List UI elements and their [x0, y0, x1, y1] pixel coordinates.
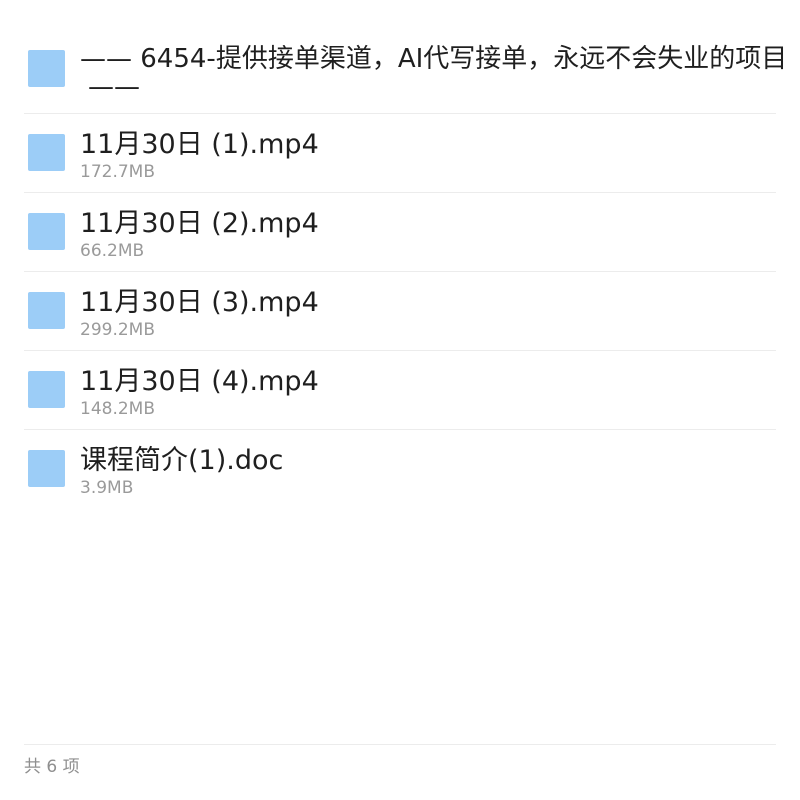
file-name: 11月30日 (2).mp4 [80, 208, 319, 239]
file-icon [28, 292, 65, 329]
file-size: 66.2MB [80, 241, 145, 261]
file-browser: —— 6454-提供接单渠道，AI代写接单，永远不会失业的项目 —— 11月30… [0, 0, 800, 800]
file-size: 172.7MB [80, 162, 155, 182]
list-item[interactable]: 11月30日 (4).mp4 148.2MB [24, 351, 776, 430]
file-name: 课程简介(1).doc [80, 445, 284, 476]
list-item[interactable]: 11月30日 (3).mp4 299.2MB [24, 272, 776, 351]
item-count: 共 6 项 [24, 757, 80, 777]
file-size: 148.2MB [80, 399, 155, 419]
file-size: 299.2MB [80, 320, 155, 340]
file-name: 11月30日 (3).mp4 [80, 287, 319, 318]
file-list: —— 6454-提供接单渠道，AI代写接单，永远不会失业的项目 —— 11月30… [24, 34, 787, 509]
folder-title: —— 6454-提供接单渠道，AI代写接单，永远不会失业的项目 —— [80, 44, 800, 100]
folder-title-line2: —— [88, 72, 140, 100]
file-icon [28, 450, 65, 487]
list-item[interactable]: 11月30日 (2).mp4 66.2MB [24, 193, 776, 272]
folder-title-line1: —— 6454-提供接单渠道，AI代写接单，永远不会失业的项目 [80, 44, 788, 74]
list-footer: 共 6 项 [24, 744, 776, 777]
file-icon [28, 213, 65, 250]
file-icon [28, 371, 65, 408]
file-size: 3.9MB [80, 478, 134, 498]
folder-icon [28, 50, 65, 87]
file-name: 11月30日 (4).mp4 [80, 366, 319, 397]
file-name: 11月30日 (1).mp4 [80, 129, 319, 160]
folder-row[interactable]: —— 6454-提供接单渠道，AI代写接单，永远不会失业的项目 —— [24, 34, 787, 114]
list-item[interactable]: 课程简介(1).doc 3.9MB [24, 430, 776, 509]
file-icon [28, 134, 65, 171]
list-item[interactable]: 11月30日 (1).mp4 172.7MB [24, 114, 776, 193]
